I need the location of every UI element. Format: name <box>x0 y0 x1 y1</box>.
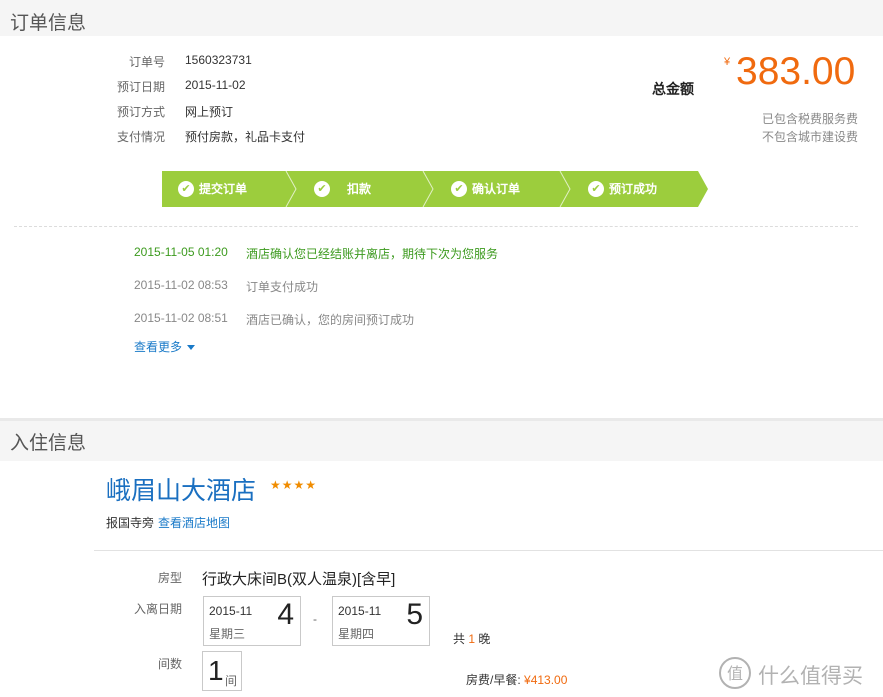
order-section-header <box>0 0 883 36</box>
progress-step-confirm: ✔ 确认订单 <box>451 171 520 207</box>
check-circle-icon: ✔ <box>178 180 194 197</box>
nights-prefix: 共 <box>453 632 466 646</box>
svg-text:值: 值 <box>727 664 743 683</box>
checkout-year-month: 2015-11 <box>338 604 382 618</box>
log-text: 酒店确认您已经结账并离店，期待下次为您服务 <box>246 247 499 261</box>
checkin-date-box: 2015-11 星期三 4 <box>203 596 301 646</box>
room-price-value: 413.00 <box>530 673 568 687</box>
order-method-value: 网上预订 <box>185 105 234 119</box>
room-type-label: 房型 <box>157 571 182 585</box>
watermark-text: 什么值得买 <box>758 665 863 688</box>
total-note-city: 不包含城市建设费 <box>761 130 858 144</box>
total-amount-value: 383.00 <box>736 50 856 93</box>
total-amount-label: 总金额 <box>652 81 694 97</box>
checkin-day: 4 <box>277 598 294 631</box>
order-progress-bar: ✔ 提交订单 ✔ 扣款 ✔ 确认订单 ✔ 预订成功 <box>162 171 708 207</box>
log-time: 2015-11-05 01:20 <box>134 245 228 259</box>
progress-step-submit: ✔ 提交订单 <box>178 171 247 207</box>
checkin-section-title: 入住信息 <box>10 433 87 454</box>
log-time: 2015-11-02 08:51 <box>134 311 228 325</box>
order-number-label: 订单号 <box>128 55 165 69</box>
total-note-tax: 已包含税费服务费 <box>761 112 858 126</box>
divider <box>14 226 858 227</box>
hotel-address-text: 报国寺旁 <box>106 516 155 530</box>
check-circle-icon: ✔ <box>451 180 467 197</box>
order-payment-label: 支付情况 <box>116 130 165 144</box>
order-section-title: 订单信息 <box>10 13 87 34</box>
divider <box>94 550 883 551</box>
checkin-year-month: 2015-11 <box>209 604 253 618</box>
room-price: 房费/早餐: ¥413.00 <box>466 671 567 688</box>
checkout-day: 5 <box>406 598 423 631</box>
progress-step-label: 扣款 <box>347 182 372 196</box>
room-price-label: 房费/早餐: <box>466 673 521 687</box>
hotel-address: 报国寺旁 查看酒店地图 <box>106 514 230 531</box>
checkout-date-box: 2015-11 星期四 5 <box>332 596 430 646</box>
order-number-value: 1560323731 <box>185 53 252 67</box>
rooms-unit: 间 <box>225 674 238 688</box>
caret-down-icon <box>187 345 196 351</box>
log-text: 酒店已确认，您的房间预订成功 <box>246 313 415 327</box>
progress-step-label: 确认订单 <box>472 182 521 196</box>
view-more-label: 查看更多 <box>134 340 183 354</box>
rooms-count-box: 1 间 <box>202 651 242 691</box>
rooms-count: 1 <box>208 655 224 686</box>
nights-suffix: 晚 <box>478 632 491 646</box>
hotel-name-link[interactable]: 峨眉山大酒店 <box>106 471 256 507</box>
order-date-value: 2015-11-02 <box>185 78 246 92</box>
progress-step-label: 预订成功 <box>609 182 658 196</box>
checkin-section-header <box>0 418 883 461</box>
order-method-label: 预订方式 <box>116 105 165 119</box>
order-payment-value: 预付房款，礼品卡支付 <box>185 130 306 144</box>
progress-step-deduct: ✔ 扣款 <box>314 171 371 207</box>
checkout-weekday: 星期四 <box>338 627 375 641</box>
log-text: 订单支付成功 <box>246 280 319 294</box>
checkin-weekday: 星期三 <box>209 627 246 641</box>
hotel-star-rating: ★★★★ <box>270 478 318 492</box>
hotel-map-link[interactable]: 查看酒店地图 <box>158 516 230 530</box>
room-price-currency: ¥ <box>524 673 531 687</box>
rooms-label: 间数 <box>157 657 182 671</box>
date-separator: - <box>313 612 317 626</box>
view-more-link[interactable]: 查看更多 <box>134 338 196 355</box>
nights-count: 共 1 晚 <box>453 630 490 647</box>
zhi-logo-icon: 值 <box>719 657 751 689</box>
progress-step-label: 提交订单 <box>199 182 248 196</box>
check-circle-icon: ✔ <box>314 180 330 197</box>
log-time: 2015-11-02 08:53 <box>134 278 228 292</box>
stay-dates-label: 入离日期 <box>133 602 182 616</box>
total-currency: ¥ <box>724 56 731 68</box>
order-date-label: 预订日期 <box>116 80 165 94</box>
check-circle-icon: ✔ <box>588 180 604 197</box>
nights-value: 1 <box>468 632 476 646</box>
progress-step-success: ✔ 预订成功 <box>588 171 657 207</box>
room-type-value: 行政大床间B(双人温泉)[含早] <box>202 571 396 588</box>
